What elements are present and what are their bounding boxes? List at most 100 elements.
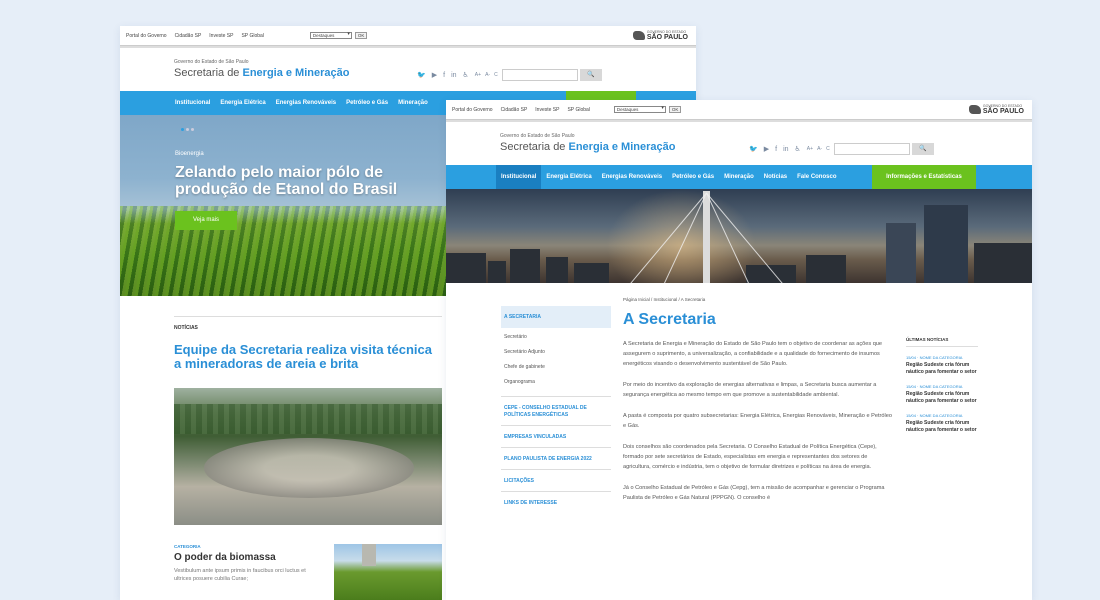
nav-institucional[interactable]: Institucional [170, 91, 215, 115]
gov-link-investe[interactable]: Investe SP [209, 33, 233, 39]
destaques-select[interactable]: Destaques [309, 32, 352, 39]
nav-petroleo-gas[interactable]: Petróleo e Gás [667, 165, 719, 189]
news-section: NOTÍCIAS Equipe da Secretaria realiza vi… [174, 316, 442, 525]
nav-energia-eletrica[interactable]: Energia Elétrica [541, 165, 596, 189]
title-emphasis: Energia e Mineração [568, 141, 676, 153]
page-title: A Secretaria [623, 311, 716, 328]
accessibility-icon[interactable]: ♿ [463, 71, 469, 79]
sidebar-link-empresas[interactable]: EMPRESAS VINCULADAS [501, 426, 611, 448]
news-headline[interactable]: Equipe da Secretaria realiza visita técn… [174, 343, 442, 371]
gov-link-portal[interactable]: Portal do Governo [126, 33, 167, 39]
sidebar: A SECRETARIA Secretário Secretário Adjun… [501, 306, 611, 513]
sidebar-link-interesse[interactable]: LINKS DE INTERESSE [501, 492, 611, 513]
logo-line2: SÃO PAULO [646, 34, 688, 41]
sao-paulo-map-icon [968, 104, 981, 114]
sidebar-subitem-secretario[interactable]: Secretário [501, 328, 611, 343]
nav-mineracao[interactable]: Mineração [719, 165, 759, 189]
site-header: Governo do Estado de São Paulo Secretari… [446, 120, 1032, 165]
nav-noticias[interactable]: Notícias [759, 165, 792, 189]
contrast-button[interactable]: C [826, 146, 830, 152]
contrast-button[interactable]: C [494, 72, 498, 78]
city-banner [446, 189, 1032, 283]
paragraph: A pasta é composta por quatro subsecreta… [623, 413, 892, 429]
header-tools: 🐦 ▶ f in ♿ A+ A- C 🔍 [749, 143, 940, 155]
search-button[interactable]: 🔍 [911, 143, 934, 155]
gov-bar: Portal do Governo Cidadão SP Investe SP … [120, 26, 696, 46]
nav-institucional[interactable]: Institucional [496, 165, 542, 189]
news-item[interactable]: 15/04 · NOME DA CATEGORIA Região Sudeste… [906, 384, 978, 405]
sidebar-link-cepe[interactable]: CEPE - CONSELHO ESTADUAL DE POLÍTICAS EN… [501, 397, 611, 426]
nav-fale-conosco[interactable]: Fale Conosco [792, 165, 841, 189]
news-item-title[interactable]: Região Sudeste cria fórum náutico para f… [906, 420, 978, 434]
quarry-photo[interactable] [174, 388, 442, 525]
ok-button[interactable]: OK [354, 32, 368, 39]
news-item[interactable]: 15/04 · NOME DA CATEGORIA Região Sudeste… [906, 413, 978, 434]
twitter-icon[interactable]: 🐦 [749, 145, 758, 153]
site-title[interactable]: Secretaria de Energia e Mineração [500, 141, 675, 153]
accessibility-icon[interactable]: ♿ [795, 145, 801, 153]
facebook-icon[interactable]: f [775, 146, 777, 153]
search-input[interactable] [833, 143, 910, 155]
facebook-icon[interactable]: f [443, 72, 445, 79]
destaques-select[interactable]: Destaques [613, 106, 666, 113]
search-button[interactable]: 🔍 [579, 69, 602, 81]
nav-energia-eletrica[interactable]: Energia Elétrica [215, 91, 270, 115]
sidebar-link-licitacoes[interactable]: LICITAÇÕES [501, 470, 611, 492]
twitter-icon[interactable]: 🐦 [417, 71, 426, 79]
header-kicker: Governo do Estado de São Paulo [500, 133, 575, 139]
nav-petroleo-gas[interactable]: Petróleo e Gás [341, 91, 393, 115]
youtube-icon[interactable]: ▶ [764, 145, 769, 153]
youtube-icon[interactable]: ▶ [432, 71, 437, 79]
carousel-dots[interactable] [181, 128, 196, 131]
sidebar-subitem-organograma[interactable]: Organograma [501, 373, 611, 388]
paragraph: Já o Conselho Estadual de Petróleo e Gás… [623, 485, 885, 501]
site-title[interactable]: Secretaria de Energia e Mineração [174, 67, 349, 79]
main-nav: Institucional Energia Elétrica Energias … [446, 165, 1032, 189]
font-decrease-button[interactable]: A- [817, 146, 822, 152]
title-emphasis: Energia e Mineração [242, 67, 350, 79]
gov-link-global[interactable]: SP Global [567, 107, 589, 113]
news-item[interactable]: 15/04 · NOME DA CATEGORIA Região Sudeste… [906, 355, 978, 376]
hero-category: Bioenergia [175, 151, 204, 157]
news-item-category: 15/04 · NOME DA CATEGORIA [906, 384, 963, 389]
search-input[interactable] [501, 69, 578, 81]
linkedin-icon[interactable]: in [783, 146, 788, 153]
news-item-category: 15/04 · NOME DA CATEGORIA [906, 413, 963, 418]
nav-energias-renovaveis[interactable]: Energias Renováveis [597, 165, 667, 189]
title-prefix: Secretaria de [500, 141, 569, 153]
nav-mineracao[interactable]: Mineração [393, 91, 433, 115]
latest-news: ÚLTIMAS NOTÍCIAS 15/04 · NOME DA CATEGOR… [906, 337, 978, 434]
ok-button[interactable]: OK [668, 106, 682, 113]
nav-energias-renovaveis[interactable]: Energias Renováveis [271, 91, 341, 115]
site-header: Governo do Estado de São Paulo Secretari… [120, 46, 696, 91]
linkedin-icon[interactable]: in [451, 72, 456, 79]
title-prefix: Secretaria de [174, 67, 243, 79]
card-description: Vestibulum ante ipsum primis in faucibus… [174, 568, 306, 582]
font-increase-button[interactable]: A+ [807, 146, 813, 152]
sidebar-subitem-chefe[interactable]: Chefe de gabinete [501, 358, 611, 373]
sao-paulo-logo[interactable]: GOVERNO DO ESTADO SÃO PAULO [632, 30, 688, 41]
biomass-card[interactable]: CATEGORIA O poder da biomassa Vestibulum… [174, 544, 442, 600]
nav-informacoes-estatisticas[interactable]: Informações e Estatísticas [872, 165, 976, 189]
sao-paulo-logo[interactable]: GOVERNO DO ESTADO SÃO PAULO [968, 104, 1024, 115]
sidebar-item-a-secretaria[interactable]: A SECRETARIA [501, 306, 611, 328]
news-item-title[interactable]: Região Sudeste cria fórum náutico para f… [906, 362, 978, 376]
biomass-thumbnail[interactable] [334, 544, 442, 600]
sidebar-subitem-adjunto[interactable]: Secretário Adjunto [501, 343, 611, 358]
paragraph: Por meio do incentivo da exploração de e… [623, 382, 877, 398]
gov-link-cidadao[interactable]: Cidadão SP [175, 33, 202, 39]
sidebar-link-plano[interactable]: PLANO PAULISTA DE ENERGIA 2022 [501, 448, 611, 470]
hero-more-button[interactable]: Veja mais [175, 211, 237, 230]
sao-paulo-map-icon [632, 30, 645, 40]
gov-link-global[interactable]: SP Global [241, 33, 263, 39]
gov-link-portal[interactable]: Portal do Governo [452, 107, 493, 113]
breadcrumb[interactable]: Página Inicial / Institucional / A Secre… [623, 297, 705, 302]
header-kicker: Governo do Estado de São Paulo [174, 59, 249, 65]
font-decrease-button[interactable]: A- [485, 72, 490, 78]
gov-link-investe[interactable]: Investe SP [535, 107, 559, 113]
sunset-glow [606, 189, 756, 283]
news-item-title[interactable]: Região Sudeste cria fórum náutico para f… [906, 391, 978, 405]
font-increase-button[interactable]: A+ [475, 72, 481, 78]
paragraph: A Secretaria de Energia e Mineração do E… [623, 341, 883, 367]
gov-link-cidadao[interactable]: Cidadão SP [501, 107, 528, 113]
